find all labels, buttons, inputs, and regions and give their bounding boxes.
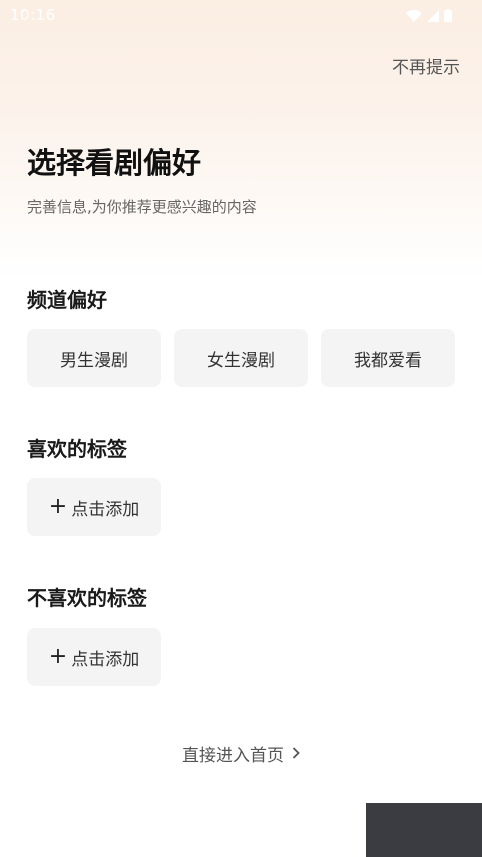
channel-option-both[interactable]: 我都爱看 <box>321 329 455 387</box>
page-subtitle: 完善信息,为你推荐更感兴趣的内容 <box>27 198 257 216</box>
add-tag-label: 点击添加 <box>71 499 140 520</box>
dont-show-again-button[interactable]: 不再提示 <box>392 53 460 78</box>
add-disliked-tag-button[interactable]: + 点击添加 <box>27 628 161 686</box>
status-time: 10:16 <box>10 6 56 24</box>
channel-option-female[interactable]: 女生漫剧 <box>174 329 308 387</box>
channel-option-male[interactable]: 男生漫剧 <box>27 329 161 387</box>
channel-option-label: 男生漫剧 <box>60 350 128 371</box>
channel-option-label: 我都爱看 <box>354 350 422 371</box>
cellular-icon <box>427 7 439 26</box>
plus-icon: + <box>48 494 68 519</box>
enter-home-link[interactable]: 直接进入首页 <box>0 741 482 766</box>
channel-preference-title: 频道偏好 <box>27 288 107 312</box>
wifi-icon <box>406 7 422 26</box>
enter-home-label: 直接进入首页 <box>182 746 284 766</box>
chevron-right-icon <box>292 744 300 764</box>
liked-tags-title: 喜欢的标签 <box>27 437 127 461</box>
add-tag-label: 点击添加 <box>71 649 140 670</box>
corner-overlay <box>366 803 482 857</box>
channel-option-label: 女生漫剧 <box>207 350 275 371</box>
add-liked-tag-button[interactable]: + 点击添加 <box>27 478 161 536</box>
status-bar: 10:16 <box>0 0 482 28</box>
battery-icon <box>444 7 452 26</box>
status-icons <box>406 7 452 26</box>
plus-icon: + <box>48 644 68 669</box>
disliked-tags-title: 不喜欢的标签 <box>27 586 147 610</box>
page-title: 选择看剧偏好 <box>27 146 202 180</box>
